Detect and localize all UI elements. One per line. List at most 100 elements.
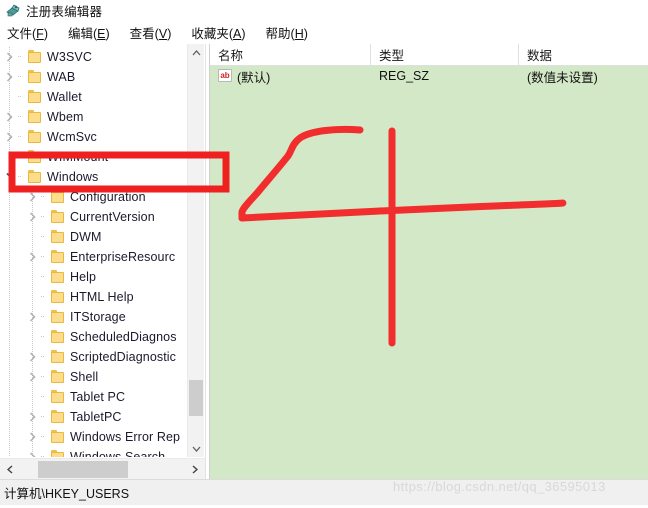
tree-connector — [18, 147, 27, 167]
tree-leaf-spacer — [26, 387, 41, 407]
regedit-window: 注册表编辑器 文件(F) 编辑(E) 查看(V) 收藏夹(A) 帮助(H) W3… — [0, 0, 648, 505]
tree-guide-line — [9, 367, 10, 387]
tree-guide-line — [9, 207, 10, 227]
tree-item-label: Tablet PC — [70, 390, 126, 404]
column-header-1[interactable]: 类型 — [371, 44, 519, 65]
chevron-right-icon[interactable] — [3, 47, 18, 67]
tree-guide-line — [9, 407, 10, 427]
tree-item-enterpriseresourc[interactable]: EnterpriseResourc — [0, 247, 186, 267]
chevron-right-icon[interactable] — [26, 347, 41, 367]
tree-item-tablet-pc[interactable]: Tablet PC — [0, 387, 186, 407]
tree-item-currentversion[interactable]: CurrentVersion — [0, 207, 186, 227]
folder-icon — [50, 327, 67, 347]
menu-favorites[interactable]: 收藏夹(A) — [191, 23, 245, 42]
chevron-right-icon[interactable] — [26, 187, 41, 207]
column-header-0[interactable]: 名称 — [210, 44, 371, 65]
chevron-right-icon[interactable] — [26, 447, 41, 457]
tree-item-scripteddiagnostic[interactable]: ScriptedDiagnostic — [0, 347, 186, 367]
tree-item-windows[interactable]: Windows — [0, 167, 186, 187]
tree-connector — [41, 367, 50, 387]
chevron-right-icon[interactable] — [3, 67, 18, 87]
tree-connector — [41, 287, 50, 307]
menu-view-post: ) — [167, 27, 172, 41]
chevron-down-icon[interactable] — [188, 440, 204, 457]
tree-item-wallet[interactable]: Wallet — [0, 87, 186, 107]
tree-guide-line — [9, 327, 10, 347]
menu-edit-accel: E — [97, 27, 106, 41]
tree-guide-line — [9, 307, 10, 327]
tree-item-w3svc[interactable]: W3SVC — [0, 47, 186, 67]
tree-item-label: Windows — [47, 170, 99, 184]
folder-icon — [27, 167, 44, 187]
tree-guide-line — [9, 347, 10, 367]
chevron-right-icon[interactable] — [26, 247, 41, 267]
tree-item-html-help[interactable]: HTML Help — [0, 287, 186, 307]
tree-item-wab[interactable]: WAB — [0, 67, 186, 87]
regedit-icon — [5, 3, 21, 19]
chevron-right-icon[interactable] — [26, 207, 41, 227]
tree-vertical-scrollbar[interactable] — [187, 44, 204, 457]
tree-item-itstorage[interactable]: ITStorage — [0, 307, 186, 327]
chevron-right-icon[interactable] — [3, 127, 18, 147]
status-bar: 计算机\HKEY_USERS — [0, 479, 648, 505]
menu-help-pre: 帮助( — [265, 27, 295, 41]
registry-tree-panel[interactable]: W3SVC WAB Wallet Wbem WcmSvc WIMMount Windows C… — [0, 44, 206, 479]
tree-guide-line — [9, 247, 10, 267]
chevron-right-icon[interactable] — [186, 460, 204, 479]
tree-item-label: ScriptedDiagnostic — [70, 350, 177, 364]
chevron-left-icon[interactable] — [1, 460, 19, 479]
tree-item-windows-error-rep[interactable]: Windows Error Rep — [0, 427, 186, 447]
tree-item-help[interactable]: Help — [0, 267, 186, 287]
tree-item-dwm[interactable]: DWM — [0, 227, 186, 247]
tree-horizontal-scrollbar[interactable] — [0, 458, 205, 479]
list-row[interactable]: ab (默认) REG_SZ (数值未设置) — [210, 66, 648, 86]
string-value-icon: ab — [218, 69, 232, 82]
menu-favorites-pre: 收藏夹( — [191, 27, 234, 41]
window-title: 注册表编辑器 — [26, 5, 103, 19]
chevron-up-icon[interactable] — [188, 44, 204, 61]
tree-connector — [18, 67, 27, 87]
tree-item-tabletpc[interactable]: TabletPC — [0, 407, 186, 427]
tree-hscroll-thumb[interactable] — [38, 461, 128, 478]
list-column-header[interactable]: 名称 类型 数据 — [210, 44, 648, 66]
value-name-cell: (默认) — [237, 70, 271, 85]
folder-icon — [50, 247, 67, 267]
menu-view-accel: V — [158, 27, 168, 41]
tree-item-scheduleddiagnos[interactable]: ScheduledDiagnos — [0, 327, 186, 347]
tree-item-shell[interactable]: Shell — [0, 367, 186, 387]
tree-item-wimmount[interactable]: WIMMount — [0, 147, 186, 167]
tree-item-wbem[interactable]: Wbem — [0, 107, 186, 127]
folder-icon — [50, 187, 67, 207]
tree-item-configuration[interactable]: Configuration — [0, 187, 186, 207]
tree-item-label: Shell — [70, 370, 99, 384]
chevron-right-icon[interactable] — [3, 107, 18, 127]
tree-leaf-spacer — [26, 227, 41, 247]
folder-icon — [50, 267, 67, 287]
tree-item-wcmsvc[interactable]: WcmSvc — [0, 127, 186, 147]
column-header-2[interactable]: 数据 — [519, 44, 648, 65]
chevron-right-icon[interactable] — [26, 367, 41, 387]
tree-connector — [41, 447, 50, 457]
chevron-right-icon[interactable] — [26, 407, 41, 427]
menu-edit[interactable]: 编辑(E) — [68, 23, 110, 42]
menu-view-pre: 查看( — [129, 27, 159, 41]
tree-vscroll-thumb[interactable] — [189, 380, 203, 416]
menu-file[interactable]: 文件(F) — [7, 23, 48, 42]
registry-values-panel[interactable]: 名称 类型 数据 ab (默认) REG_SZ (数值未设置) — [209, 44, 648, 479]
tree-connector — [18, 87, 27, 107]
tree-item-label: EnterpriseResourc — [70, 250, 176, 264]
tree-connector — [41, 227, 50, 247]
folder-icon — [50, 367, 67, 387]
tree-item-windows-search[interactable]: Windows Search — [0, 447, 186, 457]
menu-help[interactable]: 帮助(H) — [266, 23, 308, 42]
chevron-right-icon[interactable] — [26, 307, 41, 327]
status-path: 计算机\HKEY_USERS — [4, 487, 130, 501]
folder-icon — [27, 87, 44, 107]
menu-view[interactable]: 查看(V) — [130, 23, 172, 42]
tree-guide-line — [9, 287, 10, 307]
chevron-right-icon[interactable] — [26, 427, 41, 447]
chevron-down-icon[interactable] — [3, 167, 18, 187]
tree-item-label: ScheduledDiagnos — [70, 330, 177, 344]
tree-connector — [18, 47, 27, 67]
folder-icon — [50, 387, 67, 407]
